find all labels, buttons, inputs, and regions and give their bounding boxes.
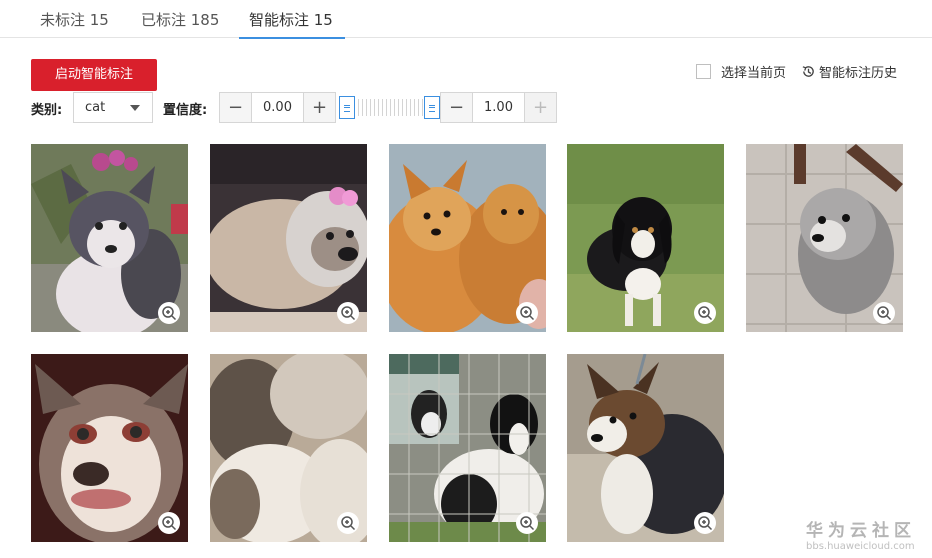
zoom-in-button[interactable]	[516, 302, 538, 324]
image-card[interactable]	[210, 354, 367, 542]
tab-unlabeled[interactable]: 未标注 15	[40, 9, 109, 38]
tab-smart-labeling[interactable]: 智能标注 15	[239, 9, 345, 39]
zoom-in-button[interactable]	[873, 302, 895, 324]
image-card[interactable]	[389, 354, 546, 542]
category-select[interactable]: cat	[73, 92, 153, 123]
zoom-in-icon	[162, 306, 177, 321]
min-increment-button[interactable]: +	[303, 92, 336, 123]
min-confidence-input[interactable]: 0.00	[252, 92, 303, 123]
zoom-in-button[interactable]	[337, 512, 359, 534]
zoom-in-icon	[341, 516, 356, 531]
watermark-title: 华为云社区	[806, 521, 916, 541]
select-current-page[interactable]: 选择当前页	[696, 62, 786, 81]
caret-down-icon	[130, 105, 140, 111]
image-card[interactable]	[31, 354, 188, 542]
tab-smart-labeling-label: 智能标注 15	[249, 11, 333, 29]
zoom-in-icon	[162, 516, 177, 531]
min-decrement-button[interactable]: −	[219, 92, 252, 123]
zoom-in-button[interactable]	[158, 302, 180, 324]
select-page-checkbox[interactable]	[696, 64, 711, 79]
watermark: 华为云社区 bbs.huaweicloud.com	[806, 516, 916, 552]
watermark-url: bbs.huaweicloud.com	[806, 541, 915, 552]
tab-bar: 未标注 15 已标注 185 智能标注 15	[0, 0, 932, 39]
zoom-in-icon	[698, 306, 713, 321]
history-icon	[802, 66, 814, 77]
active-tab-indicator	[239, 37, 345, 39]
tab-unlabeled-label: 未标注 15	[40, 11, 109, 29]
zoom-in-button[interactable]	[516, 512, 538, 534]
slider-min-handle[interactable]	[339, 96, 355, 119]
image-card[interactable]	[210, 144, 367, 332]
image-card[interactable]	[746, 144, 903, 332]
max-decrement-button[interactable]: −	[440, 92, 473, 123]
confidence-range-slider[interactable]	[339, 96, 440, 119]
slider-track	[354, 99, 425, 116]
slider-max-handle[interactable]	[424, 96, 440, 119]
image-card[interactable]	[567, 354, 724, 542]
max-increment-button[interactable]: +	[524, 92, 557, 123]
zoom-in-button[interactable]	[337, 302, 359, 324]
image-card[interactable]	[389, 144, 546, 332]
tab-labeled-label: 已标注 185	[141, 11, 220, 29]
image-card[interactable]	[567, 144, 724, 332]
select-page-label: 选择当前页	[721, 66, 787, 81]
zoom-in-icon	[520, 306, 535, 321]
zoom-in-button[interactable]	[694, 512, 716, 534]
tab-labeled[interactable]: 已标注 185	[141, 9, 219, 38]
history-label: 智能标注历史	[819, 66, 898, 81]
image-card[interactable]	[31, 144, 188, 332]
smart-labeling-history-link[interactable]: 智能标注历史	[801, 62, 897, 81]
start-smart-labeling-button[interactable]: 启动智能标注	[31, 59, 157, 91]
zoom-in-icon	[698, 516, 713, 531]
zoom-in-icon	[341, 306, 356, 321]
zoom-in-button[interactable]	[158, 512, 180, 534]
max-confidence-input[interactable]: 1.00	[473, 92, 524, 123]
category-label: 类别:	[31, 103, 63, 118]
zoom-in-icon	[877, 306, 892, 321]
zoom-in-button[interactable]	[694, 302, 716, 324]
confidence-label: 置信度:	[163, 103, 208, 118]
zoom-in-icon	[520, 516, 535, 531]
category-value: cat	[85, 100, 106, 115]
